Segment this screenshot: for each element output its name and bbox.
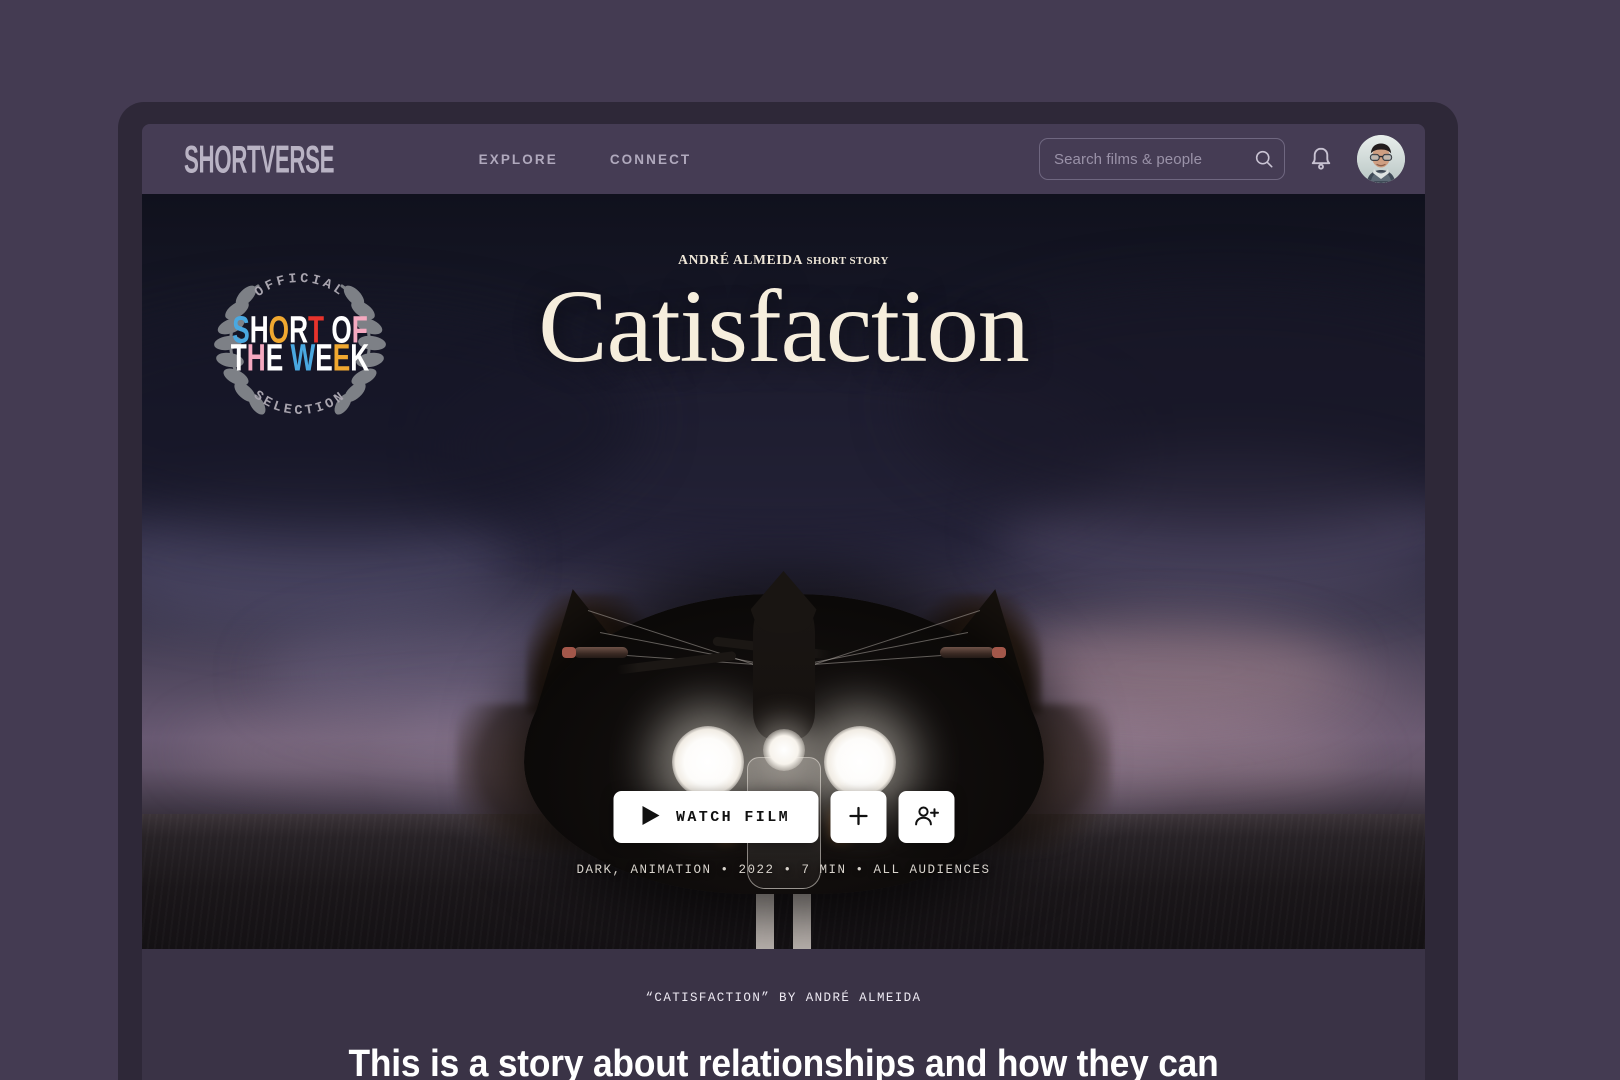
story-section: “CATISFACTION” BY ANDRÉ ALMEIDA This is … [142, 949, 1425, 1080]
desktop-backdrop: SHORTVERSE EXPLORE CONNECT Search films … [0, 0, 1620, 1080]
add-person-icon [913, 804, 939, 831]
page-viewport: SHORTVERSE EXPLORE CONNECT Search films … [142, 124, 1425, 1080]
search-input[interactable] [1054, 150, 1253, 168]
search-icon[interactable] [1253, 148, 1275, 170]
nav-right-cluster [1039, 135, 1405, 183]
plus-icon [846, 804, 870, 831]
hero-action-buttons: WATCH FILM [612, 791, 955, 843]
nav-link-connect[interactable]: CONNECT [610, 152, 691, 167]
search-box[interactable] [1039, 138, 1285, 180]
avatar-illustration [1357, 135, 1405, 183]
brand-logo[interactable]: SHORTVERSE [184, 140, 335, 178]
watch-film-button[interactable]: WATCH FILM [612, 791, 819, 843]
film-metadata: DARK, ANIMATION • 2022 • 7 MIN • ALL AUD… [576, 863, 991, 877]
film-title: Catisfaction [538, 269, 1030, 384]
film-presenter-credit: ANDRÉ ALMEIDA SHORT STORY [678, 252, 889, 268]
story-kicker: “CATISFACTION” BY ANDRÉ ALMEIDA [645, 991, 922, 1005]
primary-nav: EXPLORE CONNECT [479, 152, 692, 167]
bell-icon[interactable] [1307, 145, 1335, 173]
watch-film-label: WATCH FILM [675, 808, 791, 826]
top-navigation-bar: SHORTVERSE EXPLORE CONNECT [142, 124, 1425, 194]
presenter-name: ANDRÉ ALMEIDA [678, 252, 803, 267]
nav-link-explore[interactable]: EXPLORE [479, 152, 558, 167]
story-headline: This is a story about relationships and … [348, 1043, 1219, 1080]
play-icon [641, 805, 660, 829]
add-to-list-button[interactable] [830, 791, 887, 843]
user-avatar[interactable] [1357, 135, 1405, 183]
presenter-suffix: SHORT STORY [806, 255, 889, 267]
invite-friend-button[interactable] [898, 791, 955, 843]
hero-banner: OFFICIAL SELECTION SHORT OF THE WEEK AND… [142, 194, 1425, 949]
browser-window: SHORTVERSE EXPLORE CONNECT Search films … [118, 102, 1458, 1080]
